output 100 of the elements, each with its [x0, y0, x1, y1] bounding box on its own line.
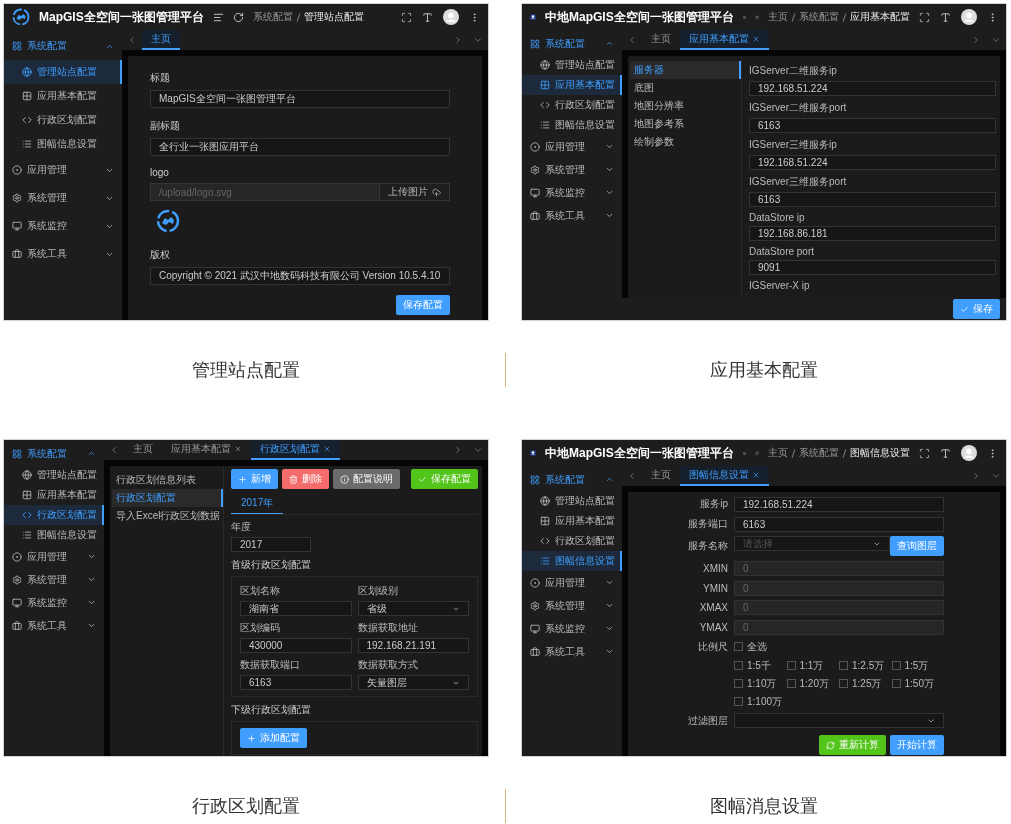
tab[interactable]: 应用基本配置 — [680, 30, 769, 50]
menu-group[interactable]: 系统管理 — [522, 158, 622, 181]
chevron-left-icon[interactable] — [627, 35, 637, 45]
menu-item[interactable]: 管理站点配置 — [4, 465, 104, 485]
menu-group[interactable]: 系统工具 — [4, 240, 122, 268]
submenu-item[interactable]: 绘制参数 — [630, 133, 741, 151]
submenu-item[interactable]: 行政区划信息列表 — [112, 471, 223, 489]
submenu-item[interactable]: 服务器 — [630, 61, 741, 79]
menu-group[interactable]: 系统工具 — [4, 614, 104, 637]
select-field[interactable] — [734, 713, 944, 729]
submenu-item[interactable]: 底图 — [630, 79, 741, 97]
chevron-right-icon[interactable] — [971, 471, 981, 481]
text-field[interactable]: 192.168.51.224 — [749, 81, 996, 96]
text-field[interactable]: MapGIS全空间一张图管理平台 — [150, 90, 450, 108]
checkbox[interactable]: 1:50万 — [891, 676, 944, 691]
text-field[interactable]: 192.168.86.181 — [749, 226, 996, 241]
fullscreen-icon[interactable] — [919, 11, 930, 23]
text-field[interactable]: Copyright © 2021 武汉中地数码科技有限公司 Version 10.5.4.10 — [150, 267, 450, 285]
menu-item[interactable]: 行政区划配置 — [522, 531, 622, 551]
text-field[interactable]: 192.168.51.224 — [734, 496, 944, 512]
chevron-down-icon[interactable] — [991, 35, 1001, 45]
chevron-down-icon[interactable] — [473, 35, 483, 45]
fullscreen-icon[interactable] — [919, 447, 930, 459]
checkbox[interactable]: 1:10万 — [734, 676, 787, 691]
menu-item[interactable]: 图幅信息设置 — [522, 115, 622, 135]
menu-group[interactable]: 系统管理 — [4, 568, 104, 591]
menu-group[interactable]: 系统监控 — [522, 617, 622, 640]
breadcrumb-item[interactable]: 主页 — [768, 10, 788, 24]
tab[interactable]: 主页 — [124, 440, 162, 460]
text-field[interactable]: 全行业一张图应用平台 — [150, 138, 450, 156]
close-icon[interactable] — [752, 471, 760, 479]
menu-group[interactable]: 系统监控 — [4, 591, 104, 614]
checkbox[interactable]: 1:25万 — [839, 676, 892, 691]
submenu-item[interactable]: 地图参考系 — [630, 115, 741, 133]
font-size-icon[interactable] — [940, 11, 951, 23]
checkbox[interactable]: 1:1万 — [786, 658, 839, 673]
menu-item[interactable]: 应用基本配置 — [4, 485, 104, 505]
menu-item[interactable]: 行政区划配置 — [522, 95, 622, 115]
menu-group[interactable]: 系统配置 — [522, 32, 622, 55]
text-field[interactable]: 192.168.51.224 — [749, 155, 996, 170]
menu-item[interactable]: 行政区划配置 — [4, 108, 122, 132]
menu-item[interactable]: 应用基本配置 — [522, 511, 622, 531]
chevron-right-icon[interactable] — [453, 35, 463, 45]
text-field[interactable]: 6163 — [734, 516, 944, 532]
menu-group[interactable]: 系统配置 — [4, 32, 122, 60]
tab[interactable]: 主页 — [142, 30, 180, 50]
submenu-item[interactable]: 行政区划配置 — [112, 489, 223, 507]
breadcrumb-item[interactable]: 系统配置 — [799, 446, 839, 460]
text-field[interactable]: 192.168.21.191 — [357, 638, 469, 653]
chevron-right-icon[interactable] — [453, 445, 463, 455]
font-size-icon[interactable] — [422, 11, 433, 23]
menu-item[interactable]: 管理站点配置 — [4, 60, 122, 84]
close-icon[interactable] — [234, 445, 242, 453]
checkbox[interactable]: 1:100万 — [734, 694, 787, 709]
menu-group[interactable]: 系统管理 — [4, 184, 122, 212]
checkbox[interactable]: 1:5千 — [734, 658, 787, 673]
menu-item[interactable]: 应用基本配置 — [522, 75, 622, 95]
checkbox[interactable]: 1:5万 — [891, 658, 944, 673]
chevron-left-icon[interactable] — [627, 471, 637, 481]
submenu-item[interactable]: 导入Excel行政区划数据 — [112, 507, 223, 525]
text-field[interactable]: 9091 — [749, 260, 996, 275]
refresh-icon[interactable] — [232, 11, 244, 23]
menu-group[interactable]: 应用管理 — [4, 156, 122, 184]
chevron-left-icon[interactable] — [127, 35, 137, 45]
menu-item[interactable]: 管理站点配置 — [522, 491, 622, 511]
year-tab[interactable]: 2017年 — [231, 494, 284, 514]
font-size-icon[interactable] — [940, 447, 951, 459]
menu-group[interactable]: 应用管理 — [522, 135, 622, 158]
text-field[interactable]: 430000 — [240, 638, 352, 653]
avatar-icon[interactable] — [443, 9, 459, 25]
chevron-down-icon[interactable] — [991, 471, 1001, 481]
close-icon[interactable] — [752, 35, 760, 43]
menu-group[interactable]: 系统配置 — [522, 468, 622, 491]
avatar-icon[interactable] — [961, 445, 977, 461]
tab[interactable]: 应用基本配置 — [162, 440, 251, 460]
checkbox[interactable]: 1:2.5万 — [839, 658, 892, 673]
chevron-left-icon[interactable] — [109, 445, 119, 455]
menu-item[interactable]: 管理站点配置 — [522, 55, 622, 75]
checkbox[interactable]: 1:20万 — [786, 676, 839, 691]
menu-group[interactable]: 系统监控 — [4, 212, 122, 240]
submenu-item[interactable]: 地图分辨率 — [630, 97, 741, 115]
tab[interactable]: 主页 — [642, 466, 680, 486]
breadcrumb-item[interactable]: 主页 — [768, 446, 788, 460]
menu-icon[interactable] — [212, 11, 224, 23]
year-field[interactable]: 2017 — [231, 537, 311, 552]
avatar-icon[interactable] — [961, 9, 977, 25]
menu-item[interactable]: 行政区划配置 — [4, 505, 104, 525]
menu-item[interactable]: 图幅信息设置 — [522, 551, 622, 571]
chevron-down-icon[interactable] — [473, 445, 483, 455]
menu-group[interactable]: 系统工具 — [522, 204, 622, 227]
text-field[interactable]: 湖南省 — [240, 601, 352, 616]
tab[interactable]: 主页 — [642, 30, 680, 50]
text-field[interactable]: 6163 — [749, 118, 996, 133]
close-icon[interactable] — [323, 445, 331, 453]
menu-item[interactable]: 应用基本配置 — [4, 84, 122, 108]
tab[interactable]: 行政区划配置 — [251, 440, 340, 460]
checkbox[interactable]: 全选 — [734, 639, 944, 654]
menu-group[interactable]: 系统管理 — [522, 594, 622, 617]
menu-group[interactable]: 应用管理 — [4, 545, 104, 568]
fullscreen-icon[interactable] — [401, 11, 412, 23]
